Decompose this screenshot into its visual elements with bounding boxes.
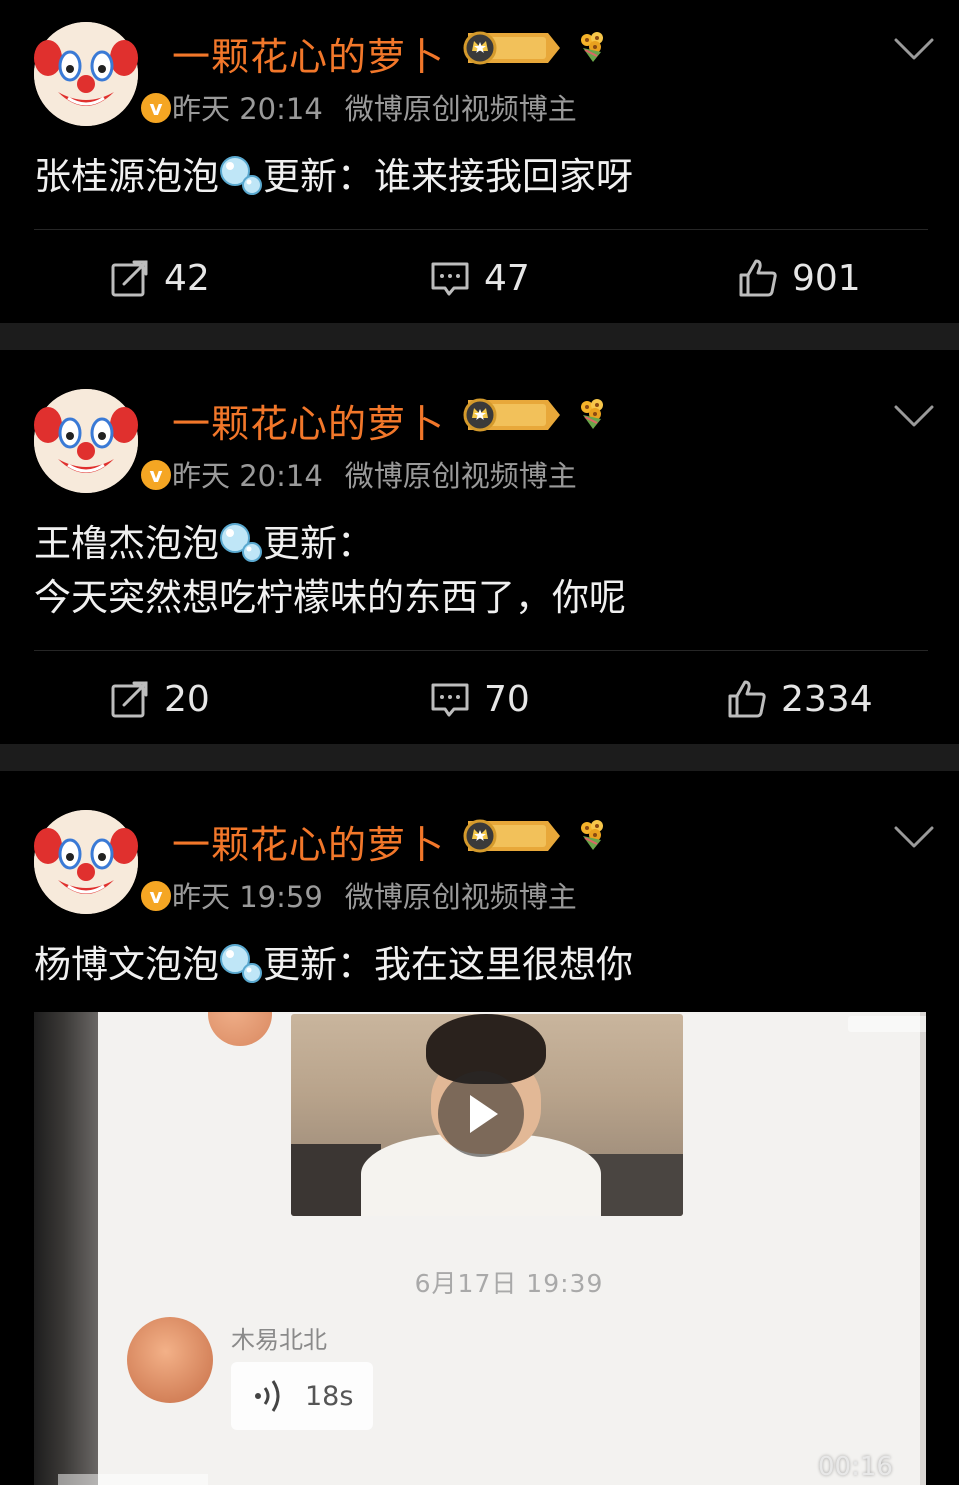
play-icon	[470, 1095, 498, 1133]
post-time: 昨天 20:14	[172, 459, 323, 493]
content-text: 今天突然想吃柠檬味的东西了，你呢	[34, 576, 626, 619]
post-meta: 昨天 19:59 微博原创视频博主	[172, 874, 577, 916]
comment-count: 47	[484, 257, 530, 299]
clown-avatar-icon	[34, 389, 138, 493]
author-tag: 微博原创视频博主	[344, 459, 577, 493]
username[interactable]: 一颗花心的萝卜	[172, 814, 445, 869]
flower-icon	[575, 30, 609, 64]
content-text: 杨博文泡泡	[34, 943, 219, 986]
username[interactable]: 一颗花心的萝卜	[172, 393, 445, 448]
post-meta: 昨天 20:14 微博原创视频博主	[172, 453, 577, 495]
like-count: 2334	[781, 678, 873, 720]
comment-count: 70	[484, 678, 530, 720]
comment-icon	[430, 679, 470, 719]
divider	[34, 650, 928, 651]
clown-avatar-icon	[34, 22, 138, 126]
like-count: 901	[792, 257, 861, 299]
like-button[interactable]: 2334	[727, 675, 873, 723]
repost-count: 20	[164, 678, 210, 720]
video-time: 00:16	[818, 1452, 893, 1482]
repost-icon	[110, 679, 150, 719]
post-time: 昨天 19:59	[172, 880, 323, 914]
video-edge	[34, 1012, 98, 1485]
like-button[interactable]: 901	[738, 254, 861, 302]
clown-avatar-icon	[34, 810, 138, 914]
content-text: 更新：谁来接我回家呀	[263, 155, 633, 198]
watermark	[848, 1016, 926, 1032]
post-content[interactable]: 杨博文泡泡 更新：我在这里很想你	[34, 938, 633, 992]
content-text: 张桂源泡泡	[34, 155, 219, 198]
content-text: 更新：我在这里很想你	[263, 943, 633, 986]
chevron-down-icon[interactable]	[894, 37, 934, 61]
bubble-icon	[219, 943, 263, 983]
separator	[0, 744, 959, 771]
flower-icon	[575, 397, 609, 431]
content-text: 王橹杰泡泡	[34, 522, 219, 565]
author-tag: 微博原创视频博主	[344, 92, 577, 126]
crown-level-badge-icon[interactable]	[462, 31, 562, 65]
content-text: 更新：	[263, 522, 374, 565]
post-card[interactable]: v 一颗花心的萝卜 昨天 20:14 微博原创视频博主 王橹杰泡泡 更新： 今天突然…	[0, 350, 959, 744]
avatar[interactable]: v	[34, 22, 174, 126]
chat-sender-name: 木易北北	[231, 1326, 327, 1354]
separator	[0, 323, 959, 350]
post-meta: 昨天 20:14 微博原创视频博主	[172, 86, 577, 128]
bubble-icon	[219, 522, 263, 562]
chevron-down-icon[interactable]	[894, 404, 934, 428]
post-video[interactable]: 6月17日 19:39 木易北北 18s 00:16	[34, 1012, 926, 1485]
repost-button[interactable]: 20	[110, 675, 210, 723]
flower-icon	[575, 818, 609, 852]
voice-icon	[255, 1380, 280, 1412]
chevron-down-icon[interactable]	[894, 825, 934, 849]
comment-button[interactable]: 47	[430, 254, 530, 302]
chat-avatar	[208, 1012, 272, 1046]
watermark	[58, 1474, 208, 1485]
comment-icon	[430, 258, 470, 298]
bubble-icon	[219, 155, 263, 195]
like-icon	[727, 679, 767, 719]
crown-level-badge-icon[interactable]	[462, 819, 562, 853]
like-icon	[738, 258, 778, 298]
post-time: 昨天 20:14	[172, 92, 323, 126]
chat-screenshot: 6月17日 19:39 木易北北 18s	[98, 1012, 926, 1485]
author-tag: 微博原创视频博主	[344, 880, 577, 914]
chat-avatar	[127, 1317, 213, 1403]
repost-icon	[110, 258, 150, 298]
avatar[interactable]: v	[34, 389, 174, 493]
crown-level-badge-icon[interactable]	[462, 398, 562, 432]
voice-message[interactable]: 18s	[231, 1362, 373, 1430]
avatar[interactable]: v	[34, 810, 174, 914]
voice-duration: 18s	[305, 1380, 354, 1412]
comment-button[interactable]: 70	[430, 675, 530, 723]
play-button[interactable]	[438, 1071, 524, 1157]
repost-count: 42	[164, 257, 210, 299]
post-content[interactable]: 张桂源泡泡 更新：谁来接我回家呀	[34, 150, 633, 204]
post-card[interactable]: v 一颗花心的萝卜 昨天 20:14 微博原创视频博主 张桂源泡泡 更新：谁来接我回…	[0, 0, 959, 323]
repost-button[interactable]: 42	[110, 254, 210, 302]
verified-badge-icon: v	[138, 457, 174, 493]
chat-date: 6月17日 19:39	[414, 1269, 604, 1298]
verified-badge-icon: v	[138, 878, 174, 914]
post-content[interactable]: 王橹杰泡泡 更新： 今天突然想吃柠檬味的东西了，你呢	[34, 517, 626, 625]
divider	[34, 229, 928, 230]
username[interactable]: 一颗花心的萝卜	[172, 26, 445, 81]
video-thumbnail[interactable]	[291, 1014, 683, 1216]
verified-badge-icon: v	[138, 90, 174, 126]
